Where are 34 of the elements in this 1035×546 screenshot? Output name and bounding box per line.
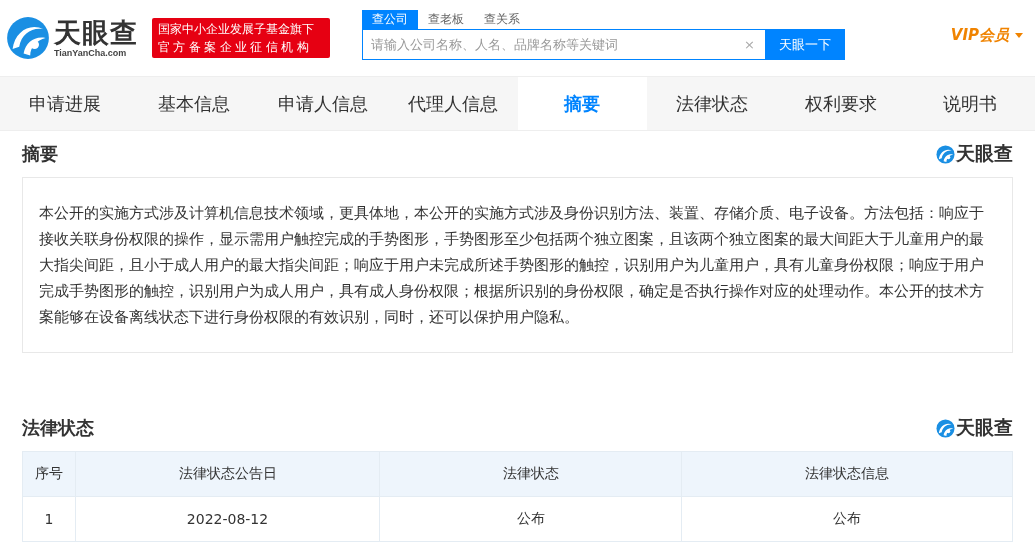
logo-domain: TianYanCha.com — [54, 48, 128, 58]
column-header: 序号 — [22, 451, 76, 497]
column-header: 法律状态公告日 — [75, 451, 380, 497]
search-button[interactable]: 天眼一下 — [765, 29, 845, 60]
logo-wordmark: 天眼查 — [54, 18, 138, 48]
tab[interactable]: 申请人信息 — [258, 77, 389, 130]
abstract-text: 本公开的实施方式涉及计算机信息技术领域，更具体地，本公开的实施方式涉及身份识别方法、装置、存储介质、电子设备。方法包括：响应于接收关联身份权限的操作，显示需用户触控完成的手势图形，手势图形至少包括两个独立图案，且该两个独立图案的最大间距大于儿童用户的最大指尖间距，且小于成人用户的最大指尖间距；响应于用户未完成所述手势图形的触控，识别用户为儿童用户，具有儿童身份权限；响应于用户完成手势图形的触控，识别用户为成人用户，具有成人身份权限；根据所识别的身份权限，确定是否执行操作对应的处理动作。本公开的技术方案能够在设备离线状态下进行身份权限的有效识别，同时，还可以保护用户隐私。 — [39, 204, 985, 327]
table-cell: 公布 — [379, 496, 682, 542]
table-cell: 2022-08-12 — [75, 496, 380, 542]
eye-logo-icon — [936, 418, 955, 438]
tab[interactable]: 法律状态 — [646, 77, 777, 130]
section-title: 法律状态 — [22, 416, 94, 440]
table-cell: 公布 — [681, 496, 1013, 542]
tab[interactable]: 权利要求 — [776, 77, 906, 130]
eye-logo-icon — [6, 16, 50, 60]
banner-text: 国家中小企业发展子基金旗下 — [158, 21, 315, 38]
search-tab[interactable]: 查老板 — [418, 10, 474, 29]
table-cell: 1 — [22, 496, 76, 542]
tab[interactable]: 说明书 — [905, 77, 1035, 130]
tab[interactable]: 摘要 — [517, 77, 647, 130]
search-field[interactable]: 请输入公司名称、人名、品牌名称等关键词 × 天眼一下 — [362, 29, 845, 60]
caret-icon[interactable] — [1015, 32, 1023, 38]
tab[interactable]: 申请进展 — [0, 77, 130, 130]
column-header: 法律状态信息 — [681, 451, 1013, 497]
brand-wordmark: 天眼查 — [956, 141, 1013, 166]
eye-logo-icon — [936, 144, 955, 164]
brand-wordmark: 天眼查 — [956, 415, 1013, 440]
section-title: 摘要 — [22, 142, 58, 166]
column-header: 法律状态 — [379, 451, 682, 497]
search-tab[interactable]: 查公司 — [362, 10, 418, 29]
tab[interactable]: 代理人信息 — [388, 77, 518, 130]
banner-text: 官方备案企业征信机构 — [158, 39, 313, 56]
tab[interactable]: 基本信息 — [129, 77, 259, 130]
search-tab[interactable]: 查关系 — [474, 10, 530, 29]
